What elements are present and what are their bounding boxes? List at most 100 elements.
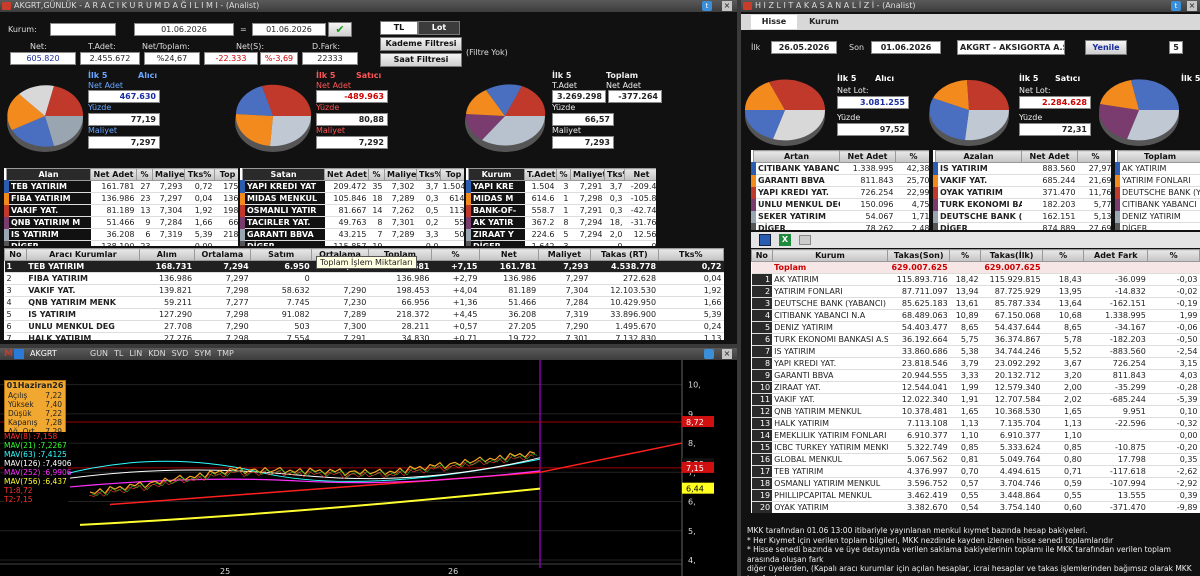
broker-header-2[interactable]: Alım [139,248,195,261]
artan-header-1[interactable]: Net Adet [839,150,896,163]
broker-row[interactable]: 3 VAKIF YAT. 139.821 7,298 58.632 7,290 198.45… [4,284,724,297]
price-chart[interactable]: 10,9,8,7,6,5,4,8,727,287,156,442526 [0,360,737,576]
broker-header-4[interactable]: Satım [250,248,313,261]
takas-row[interactable]: 13 HALK YATIRIM 7.113.108 1,13 7.135.704 1,13… [751,417,1200,430]
azalan-row[interactable]: IS YATIRIM 883.560 27,97 [933,162,1111,175]
takas-header-2[interactable]: Takas(Son) [887,249,951,262]
broker-row[interactable]: 5 IS YATIRIM 127.290 7,298 91.082 7,289 218.37… [4,308,724,321]
tab-tl[interactable]: TL [380,21,418,35]
satan-header-3[interactable]: Maliyet [384,168,417,181]
takas-row[interactable]: 20 OYAK YATIRIM 3.382.670 0,54 3.754.140 0,60… [751,501,1200,513]
alan-header-2[interactable]: % [136,168,153,181]
alan-header-1[interactable]: Net Adet [90,168,137,181]
takas-row[interactable]: 2 YATIRIM FONLARI 87.711.097 13,94 87.725.92… [751,285,1200,298]
toplam-list-row[interactable]: DEUTSCHE BANK (Y [1115,186,1200,199]
print-icon[interactable] [799,235,811,245]
toolbar-item-tmp[interactable]: TMP [217,349,234,358]
azalan-row[interactable]: DEUTSCHE BANK (Y 162.151 5,13 [933,210,1111,223]
azalan-row[interactable]: OYAK YATIRIM 371.470 11,76 [933,186,1111,199]
broker-header-10[interactable]: Takas (RT) [590,248,659,261]
broker-header-11[interactable]: Tks% [657,248,724,261]
takas-header-6[interactable]: Adet Fark [1083,249,1149,262]
azalan-row[interactable]: VAKIF YAT. 685.244 21,69 [933,174,1111,187]
takas-row[interactable]: 18 OSMANLI YATIRIM MENKUL 3.596.752 0,57 3.7… [751,477,1200,490]
takas-header-4[interactable]: Takas(İlk) [980,249,1044,262]
kurum-row[interactable]: ZIRAAT Y 224.6 5 7,294 2,0 12.56 [466,228,656,241]
takas-row[interactable]: 11 VAKIF YAT. 12.022.340 1,91 12.707.584 2,02… [751,393,1200,406]
takas-header-7[interactable]: % [1147,249,1200,262]
toolbar-item-svd[interactable]: SVD [172,349,189,358]
yenile-button[interactable]: Yenile [1085,40,1127,55]
chart-symbol[interactable]: AKGRT [30,349,57,358]
broker-header-1[interactable]: Aracı Kurumlar [25,248,141,261]
satan-row[interactable]: GARANTI BBVA 43.215 7 7,289 3,3 50 [240,228,464,241]
broker-row[interactable]: 7 HALK YATIRIM 27.276 7,298 7.554 7,291 34.830… [4,332,724,340]
alan-header-0[interactable]: Alan [6,168,91,181]
toolbar-item-lin[interactable]: LIN [129,349,142,358]
toolbar-item-sym[interactable]: SYM [194,349,211,358]
artan-row[interactable]: YAPI KREDI YAT. 726.254 22,99 [751,186,929,199]
satan-row[interactable]: DİGER115.85719 0,0 [240,240,464,246]
artan-row[interactable]: CITIBANK YABANCI 1.338.995 42,38 [751,162,929,175]
close-icon[interactable]: × [722,349,732,359]
satan-header-1[interactable]: Net Adet [324,168,369,181]
takas-date-from[interactable]: 26.05.2026 [771,41,837,54]
broker-header-9[interactable]: Maliyet [537,248,592,261]
azalan-row[interactable]: TURK EKONOMI BA 182.203 5,77 [933,198,1111,211]
date-from-field[interactable]: 01.06.2026 [134,23,234,36]
save-icon[interactable] [759,234,771,246]
ilk-count-field[interactable]: 5 [1169,41,1183,54]
alan-row[interactable]: IS YATIRIM 36.208 6 7,319 5,39 218 [4,228,238,241]
chart-type-icon[interactable] [14,349,24,359]
alan-header-5[interactable]: Top [214,168,238,181]
twitter-icon[interactable]: t [1171,1,1181,11]
satan-row[interactable]: OSMANLI YATIR 81.667 14 7,262 0,5 113 [240,204,464,217]
kurum-header-0[interactable]: Kurum [468,168,525,181]
artan-header-2[interactable]: % [895,150,929,163]
satan-row[interactable]: YAPI KREDI YAT 209.472 35 7,302 3,7 1.504 [240,180,464,193]
twitter-icon[interactable] [704,349,714,359]
satan-row[interactable]: TACIRLER YAT. 49.763 8 7,301 0,2 55 [240,216,464,229]
satan-header-5[interactable]: Top [440,168,464,181]
kurum-header-5[interactable]: Net [624,168,656,181]
kurum-header-4[interactable]: Tks% [604,168,625,181]
broker-header-8[interactable]: Net [478,248,539,261]
takas-row[interactable]: 15 ICBC TURKEY YATIRIM MENKU 5.322.749 0,85… [751,441,1200,454]
takas-row[interactable]: 8 YAPI KREDI YAT. 23.818.546 3,79 23.092.292… [751,357,1200,370]
broker-row[interactable]: 6 UNLU MENKUL DEG 27.708 7,290 503 7,300 28.21… [4,320,724,333]
toolbar-item-tl[interactable]: TL [114,349,123,358]
takas-header-0[interactable]: No [751,249,773,262]
kurum-row[interactable]: BANK-OF- 558.7 1 7,291 0,3 -42.74 [466,204,656,217]
takas-header-3[interactable]: % [949,249,982,262]
satan-header-0[interactable]: Satan [242,168,325,181]
takas-row[interactable]: 9 GARANTI BBVA 20.944.555 3,33 20.132.712 3,2… [751,369,1200,382]
takas-row[interactable]: 3 DEUTSCHE BANK (YABANCI) 85.625.183 13,61 8… [751,297,1200,310]
alan-row[interactable]: VAKIF YAT. 81.189 13 7,304 1,92 198 [4,204,238,217]
azalan-header-1[interactable]: Net Adet [1021,150,1078,163]
kurum-input[interactable] [50,23,116,36]
toplam-list-row[interactable]: AK YATIRIM [1115,162,1200,175]
artan-header-0[interactable]: Artan [753,150,840,163]
toplam-list-row[interactable]: DİGER [1115,222,1200,230]
broker-row[interactable]: 4 QNB YATIRIM MENK 59.211 7,277 7.745 7,230 66… [4,296,724,309]
takas-header-5[interactable]: % [1042,249,1085,262]
takas-row[interactable]: 16 GLOBAL MENKUL 5.067.562 0,81 5.049.764 0,8… [751,453,1200,466]
takas-date-to[interactable]: 01.06.2026 [871,41,941,54]
broker-header-7[interactable]: % [431,248,480,261]
satan-header-2[interactable]: % [368,168,385,181]
broker-row[interactable]: 2 FIBA YATIRIM 136.986 7,297 0 136.986 +2,79 13… [4,272,724,285]
takas-row[interactable]: 19 PHILLIPCAPITAL MENKUL 3.462.419 0,55 3.44… [751,489,1200,502]
takas-row[interactable]: 6 TURK EKONOMI BANKASI A.S. 36.192.664 5,75… [751,333,1200,346]
tab-lot[interactable]: Lot [418,21,460,35]
takas-header-1[interactable]: Kurum [771,249,889,262]
saat-filter-button[interactable]: Saat Filtresi [380,53,462,67]
azalan-row[interactable]: DİGER 874.889 27,69 [933,222,1111,230]
takas-row[interactable]: 4 CITIBANK YABANCI N.A 68.489.063 10,89 67.1… [751,309,1200,322]
takas-row[interactable]: 1 AK YATIRIM 115.893.716 18,42 115.929.815 18… [751,273,1200,286]
artan-row[interactable]: SEKER YATIRIM 54.067 1,71 [751,210,929,223]
alan-header-4[interactable]: Tks% [184,168,215,181]
tab-kurum[interactable]: Kurum [801,15,847,29]
alan-row[interactable]: QNB YATIRIM M 51.466 9 7,284 1,66 66 [4,216,238,229]
date-to-field[interactable]: 01.06.2026 [252,23,326,36]
kurum-row[interactable]: YAPI KRE 1.504 3 7,291 3,7 -209.4 [466,180,656,193]
